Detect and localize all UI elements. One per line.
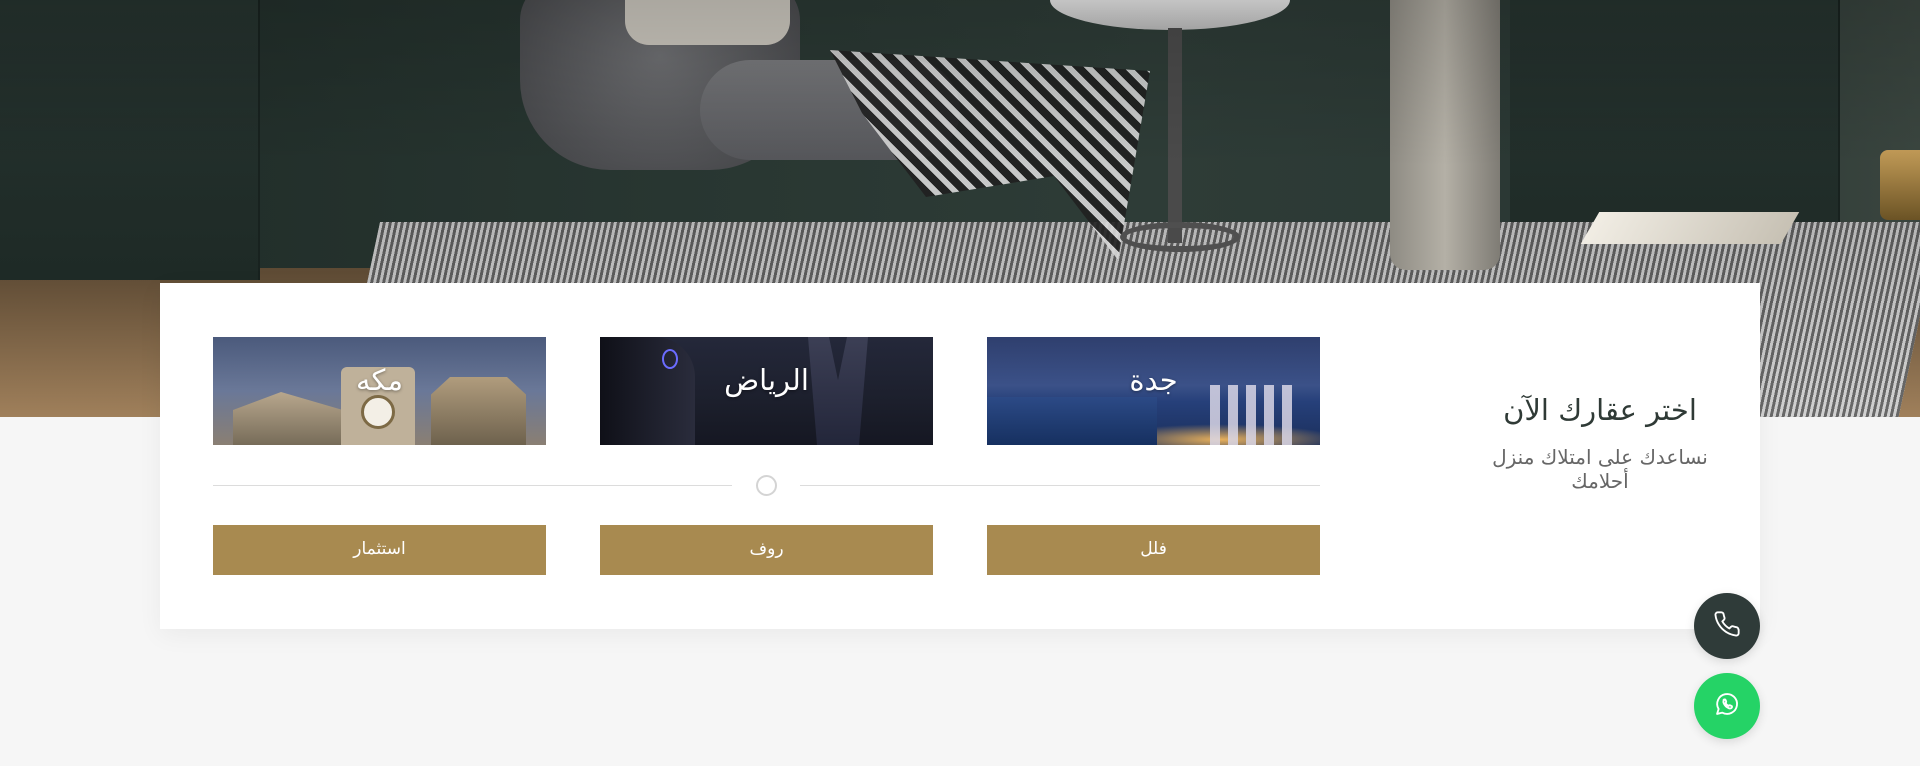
city-name: جدة (1129, 363, 1178, 397)
riyadh-ring-light (662, 349, 678, 369)
divider-line (800, 485, 1320, 486)
city-name: مكه (355, 363, 404, 397)
call-button[interactable] (1694, 593, 1760, 659)
makkah-building (431, 377, 526, 445)
investment-button[interactable]: استثمار (213, 525, 546, 575)
makkah-building (233, 392, 353, 445)
section-divider (213, 475, 1320, 496)
villas-button[interactable]: فلل (987, 525, 1320, 575)
card-subheading: نساعدك على امتلاك منزل أحلامك (1492, 445, 1708, 493)
riyadh-kingdom-tower (808, 337, 868, 445)
divider-line (213, 485, 732, 486)
riyadh-tower (600, 337, 695, 445)
card-heading: اختر عقارك الآن (1503, 393, 1697, 427)
whatsapp-icon (1713, 690, 1741, 722)
divider-dot (756, 475, 777, 496)
jeddah-towers (1210, 385, 1300, 445)
city-tile-jeddah[interactable]: جدة (987, 337, 1320, 445)
clock-face (361, 395, 395, 429)
city-name: الرياض (724, 363, 809, 397)
city-tile-riyadh[interactable]: الرياض (600, 337, 933, 445)
property-search-card: اختر عقارك الآن نساعدك على امتلاك منزل أ… (160, 283, 1760, 629)
roof-button[interactable]: روف (600, 525, 933, 575)
jeddah-water (987, 397, 1157, 445)
card-intro: اختر عقارك الآن نساعدك على امتلاك منزل أ… (1480, 393, 1720, 493)
whatsapp-button[interactable] (1694, 673, 1760, 739)
phone-icon (1713, 610, 1741, 642)
city-tile-makkah[interactable]: مكه (213, 337, 546, 445)
